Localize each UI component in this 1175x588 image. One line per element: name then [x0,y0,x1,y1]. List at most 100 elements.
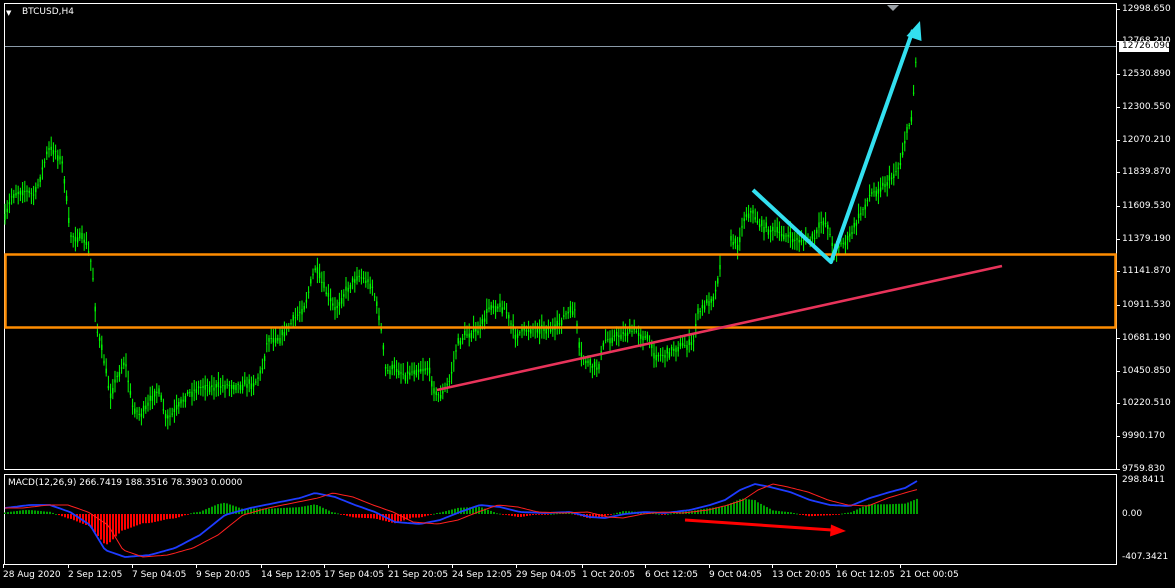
candle-body [664,355,666,358]
macd-histogram-bar [760,503,762,514]
candle-body [893,174,895,178]
macd-histogram-bar [751,499,753,514]
candle-body [589,359,591,366]
candle-body [844,241,847,246]
macd-histogram-bar [748,499,750,514]
time-axis-label: 21 Oct 00:05 [900,570,959,580]
macd-histogram-bar [829,514,831,516]
candle-body [424,368,426,371]
candle-body [281,330,283,336]
macd-histogram-bar [544,514,546,515]
candle-body [127,380,129,383]
macd-histogram-bar [67,514,69,519]
macd-histogram-bar [331,512,333,514]
candle-body [30,192,33,194]
candle-body [501,307,503,314]
candle-body [180,399,182,404]
candle-body [754,217,756,220]
macd-histogram-bar [178,514,180,518]
macd-histogram-bar [766,507,768,514]
macd-histogram-bar [607,514,609,516]
candle-body [398,370,400,376]
candle-body [248,379,250,384]
candle-body [446,383,448,386]
macd-histogram-bar [100,514,102,540]
macd-histogram-bar [298,507,300,514]
candle-body [613,335,616,337]
candle-body [246,384,248,388]
candle-body [239,384,242,390]
candle-body [219,386,222,388]
macd-histogram-bar [193,512,195,514]
support-resistance-zone[interactable] [4,253,1117,329]
candle-body [158,388,160,394]
candle-body [607,339,609,341]
collapse-triangle-icon[interactable]: ▼ [6,8,11,18]
candle-body [882,182,884,186]
candle-body [409,372,411,376]
macd-histogram-bar [292,507,294,514]
candle-body [626,332,629,336]
macd-histogram-bar [307,505,309,514]
macd-divergence-arrow[interactable] [684,518,846,537]
time-axis-label: 7 Sep 04:05 [132,570,187,580]
candle-body [395,369,398,373]
candle-body [413,370,415,375]
macd-histogram-bar [55,514,57,515]
macd-histogram-bar [616,512,618,514]
macd-histogram-bar [28,510,30,514]
candle-body [314,268,316,271]
candle-body [789,231,792,238]
macd-histogram-bar [823,514,825,516]
candle-body [796,237,798,240]
candle-body [802,240,805,241]
macd-histogram-bar [724,505,726,514]
macd-histogram-bar [343,514,345,515]
macd-histogram-bar [442,511,444,514]
macd-histogram-bar [22,510,24,514]
macd-layer [4,480,918,558]
time-axis-label: 6 Oct 12:05 [645,570,698,580]
candle-body [673,348,675,351]
macd-indicator-title: MACD(12,26,9) 266.7419 188.3516 78.3903 … [8,478,243,488]
candle-body [675,347,677,352]
candle-body [272,338,275,343]
macd-histogram-bar [211,506,213,514]
macd-histogram-bar [4,512,6,514]
macd-histogram-bar [364,514,366,518]
candle-body [915,61,917,63]
candle-body [904,141,906,144]
candle-body [450,372,453,374]
macd-histogram-bar [550,513,552,515]
macd-histogram-bar [139,514,141,525]
macd-histogram-bar [502,514,504,515]
macd-signal-line [5,483,918,558]
macd-histogram-bar [301,506,303,514]
candle-body [74,236,77,242]
candle-body [142,405,145,412]
price-axis-label: 12300.550 [1122,102,1171,112]
candle-body [747,213,750,219]
macd-histogram-bar [754,500,756,514]
candle-body [349,284,352,289]
candle-body [81,233,83,239]
macd-histogram-bar [790,512,792,514]
macd-histogram-bar [223,502,225,514]
candle-body [48,148,50,150]
candle-body [15,193,17,196]
candle-body [545,328,547,334]
candle-body [367,279,369,283]
trading-chart[interactable] [0,0,1175,588]
candle-body [787,234,789,237]
candle-body [631,331,633,332]
macd-histogram-bar [415,514,417,518]
candle-body [422,368,424,372]
candle-body [857,213,860,218]
price-path-arrows[interactable] [751,21,922,264]
macd-histogram-bar [10,511,12,514]
candle-body [798,240,800,243]
candle-body [125,364,127,367]
macd-histogram-bar [427,514,429,516]
candle-body [761,220,763,226]
chart-shift-marker-icon[interactable] [887,5,899,11]
